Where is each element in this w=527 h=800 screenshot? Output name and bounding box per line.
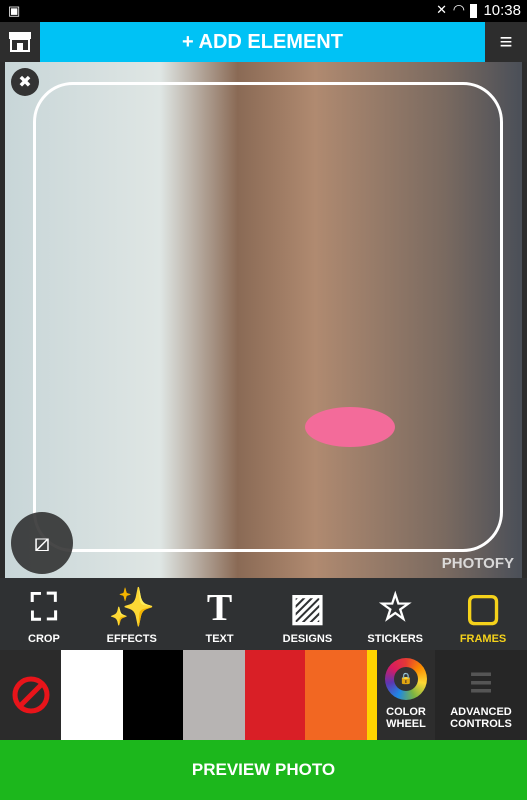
crop-icon: ⛶ (30, 587, 58, 629)
store-button[interactable] (0, 22, 40, 62)
color-wheel-button[interactable]: 🔒 COLOR WHEEL (377, 650, 435, 740)
photo-canvas[interactable]: PHOTOFY ✖ ⧄ (5, 62, 522, 578)
tool-text[interactable]: T TEXT (176, 578, 264, 650)
color-wheel-icon: 🔒 (385, 658, 427, 700)
store-icon (9, 32, 31, 52)
color-swatch-white[interactable] (61, 650, 123, 740)
tool-crop[interactable]: ⛶ CROP (0, 578, 88, 650)
no-image-icon: ⧄ (33, 527, 51, 557)
color-swatch-gray[interactable] (183, 650, 245, 740)
menu-button[interactable]: ≡ (485, 22, 527, 62)
status-bar: ▣ ✕ ◠ 10:38 (0, 0, 527, 22)
watermark: PHOTOFY (441, 555, 514, 572)
preview-photo-button[interactable]: PREVIEW PHOTO (0, 740, 527, 800)
color-swatch-orange[interactable] (305, 650, 367, 740)
mute-icon: ✕ (436, 2, 447, 17)
add-element-button[interactable]: + ADD ELEMENT (40, 22, 485, 62)
clock: 10:38 (483, 2, 521, 19)
sliders-icon: ☰ (469, 668, 493, 698)
color-palette: 🔒 COLOR WHEEL ☰ ADVANCED CONTROLS (0, 650, 527, 740)
color-swatch-red[interactable] (245, 650, 305, 740)
battery-icon (470, 4, 477, 18)
magic-wand-icon: ✨ (108, 587, 156, 629)
wifi-icon: ◠ (452, 1, 465, 17)
remove-element-button[interactable]: ✖ (11, 68, 39, 96)
tool-bar: ⛶ CROP ✨ EFFECTS T TEXT ▨ DESIGNS ☆ STICKERS … (0, 578, 527, 650)
image-icon: ▣ (8, 3, 21, 18)
designs-icon: ▨ (289, 587, 326, 629)
background-toggle-button[interactable]: ⧄ (11, 512, 73, 574)
tool-frames[interactable]: ▢ FRAMES (439, 578, 527, 650)
frame-icon: ▢ (465, 587, 501, 629)
text-icon: T (206, 587, 233, 629)
star-sticker-icon: ☆ (378, 587, 413, 629)
color-swatch-yellow-selected[interactable] (367, 650, 377, 740)
hamburger-menu-icon: ≡ (499, 29, 513, 54)
lock-icon: 🔒 (394, 667, 418, 691)
swirl-frame-overlay (33, 82, 503, 552)
advanced-controls-button[interactable]: ☰ ADVANCED CONTROLS (435, 650, 527, 740)
color-swatch-black[interactable] (123, 650, 183, 740)
tool-stickers[interactable]: ☆ STICKERS (351, 578, 439, 650)
tool-designs[interactable]: ▨ DESIGNS (263, 578, 351, 650)
lips-sticker[interactable] (305, 407, 395, 447)
tool-effects[interactable]: ✨ EFFECTS (88, 578, 176, 650)
header: + ADD ELEMENT ≡ (0, 22, 527, 62)
no-color-icon (12, 676, 49, 714)
close-icon: ✖ (18, 74, 32, 91)
no-color-swatch[interactable] (0, 650, 61, 740)
